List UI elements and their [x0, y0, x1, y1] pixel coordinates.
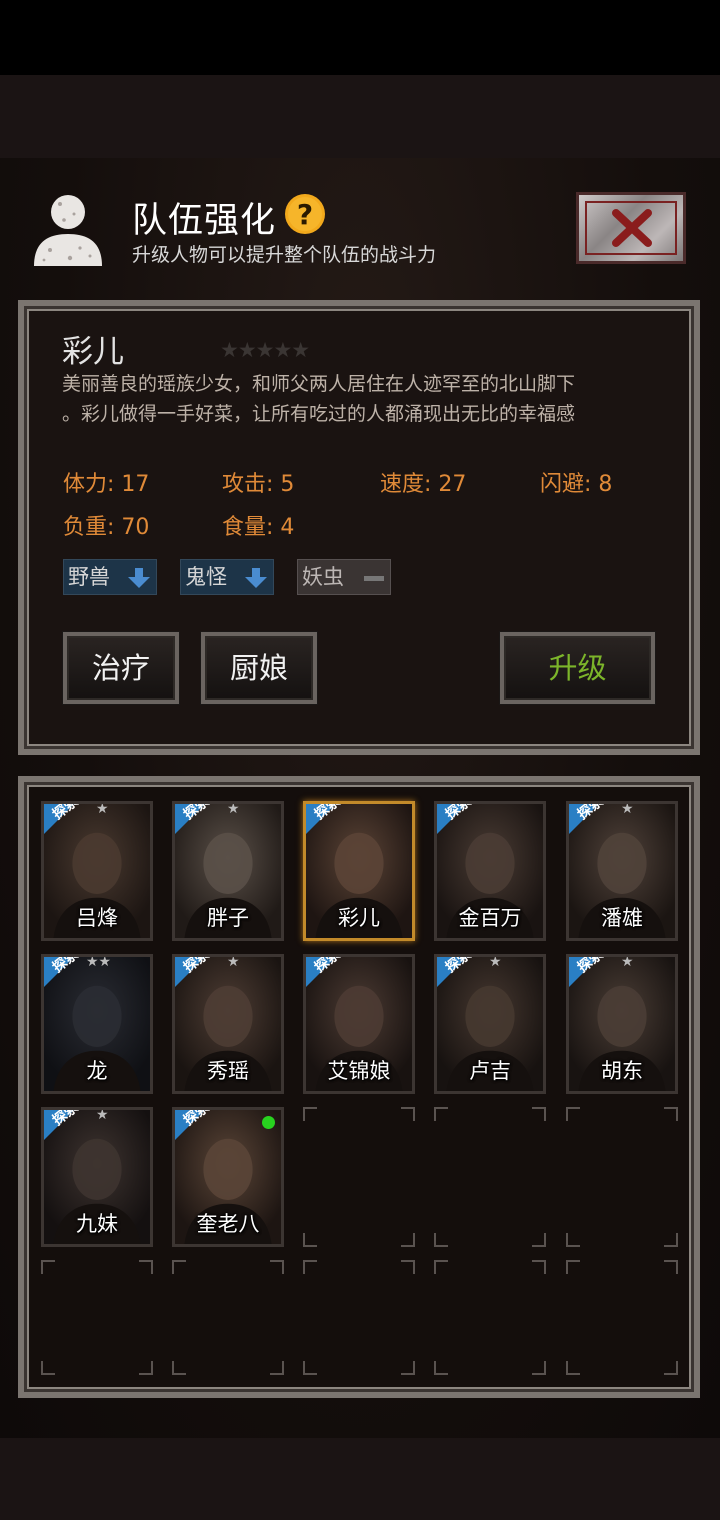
- close-button[interactable]: [576, 192, 686, 264]
- stat-dodge: 闪避: 8: [540, 472, 613, 497]
- stat-stamina: 体力: 17: [63, 472, 150, 497]
- neutral-dash-icon: [364, 576, 384, 581]
- card-name: 潘雄: [601, 906, 643, 930]
- explore-label: 探索: [574, 954, 607, 976]
- explore-label: 探索: [311, 954, 344, 976]
- explore-label: 探索: [574, 801, 607, 823]
- roster-card[interactable]: 探索 ★ 卢吉: [434, 954, 546, 1094]
- trait-label: 鬼怪: [185, 565, 227, 589]
- card-name: 九妹: [76, 1212, 118, 1236]
- arrow-down-icon: [245, 568, 267, 588]
- explore-ribbon-text-box: 探索: [175, 801, 229, 842]
- star-rating: ★★★★★: [220, 338, 310, 362]
- explore-ribbon-text-box: 探索: [44, 801, 98, 842]
- stat-food: 食量: 4: [222, 515, 295, 540]
- explore-label: 探索: [442, 801, 475, 823]
- explore-ribbon-text-box: 探索: [569, 954, 623, 995]
- explore-label: 探索: [49, 801, 82, 823]
- svg-text:?: ?: [297, 198, 313, 231]
- card-name: 吕烽: [76, 906, 118, 930]
- explore-ribbon-text-box: 探索: [44, 1107, 98, 1148]
- trait-label: 妖虫: [302, 565, 344, 589]
- card-name: 金百万: [458, 906, 522, 930]
- empty-slot: [172, 1260, 284, 1375]
- card-name: 秀瑶: [207, 1059, 249, 1083]
- character-description: 美丽善良的瑶族少女，和师父两人居住在人迹罕至的北山脚下 。彩儿做得一手好菜，让所…: [62, 369, 662, 429]
- explore-label: 探索: [180, 954, 213, 976]
- upgrade-button[interactable]: 升级: [500, 632, 655, 704]
- explore-label: 探索: [49, 954, 82, 976]
- stat-speed: 速度: 27: [380, 472, 467, 497]
- status-bar-area: [0, 0, 720, 75]
- roster-card[interactable]: 探索 ★ 胡东: [566, 954, 678, 1094]
- trait-tag-ghost: 鬼怪: [180, 559, 274, 595]
- roster-card[interactable]: 探索金百万: [434, 801, 546, 941]
- roster-card[interactable]: 探索 ★ 胖子: [172, 801, 284, 941]
- card-name: 奎老八: [196, 1212, 260, 1236]
- card-name: 艾锦娘: [327, 1059, 391, 1083]
- explore-ribbon-text-box: 探索: [306, 801, 360, 842]
- empty-slot: [303, 1260, 415, 1375]
- card-stars: ★★: [86, 954, 112, 970]
- empty-slot: [566, 1260, 678, 1375]
- card-name: 胡东: [601, 1059, 643, 1083]
- explore-label: 探索: [180, 1107, 213, 1129]
- card-name: 卢吉: [469, 1059, 511, 1083]
- empty-slot: [566, 1107, 678, 1247]
- card-stars: ★: [621, 954, 634, 970]
- card-name: 胖子: [207, 906, 249, 930]
- explore-ribbon-text-box: 探索: [569, 801, 623, 842]
- trait-tag-bug: 妖虫: [297, 559, 391, 595]
- card-stars: ★: [96, 1107, 109, 1123]
- explore-ribbon-text-box: 探索: [175, 1107, 229, 1148]
- explore-label: 探索: [49, 1107, 82, 1129]
- stat-attack: 攻击: 5: [222, 472, 295, 497]
- explore-label: 探索: [180, 801, 213, 823]
- card-stars: ★: [227, 801, 240, 817]
- stat-load: 负重: 70: [63, 515, 150, 540]
- card-stars: ★: [227, 954, 240, 970]
- page-title: 队伍强化: [132, 201, 277, 241]
- explore-ribbon-text-box: 探索: [437, 954, 491, 995]
- roster-card[interactable]: 探索 ★ 吕烽: [41, 801, 153, 941]
- explore-ribbon-text-box: 探索: [437, 801, 491, 842]
- empty-slot: [434, 1260, 546, 1375]
- heal-button[interactable]: 治疗: [63, 632, 179, 704]
- description-line: 。彩儿做得一手好菜，让所有吃过的人都涌现出无比的幸福感: [62, 403, 576, 425]
- top-band: [0, 75, 720, 158]
- bottom-band: [0, 1438, 720, 1520]
- user-silhouette-icon: [34, 195, 102, 266]
- roster-card[interactable]: 探索艾锦娘: [303, 954, 415, 1094]
- roster-card[interactable]: 探索 ★ 九妹: [41, 1107, 153, 1247]
- card-stars: ★: [489, 954, 502, 970]
- question-mark-icon[interactable]: ?: [284, 193, 326, 235]
- description-line: 美丽善良的瑶族少女，和师父两人居住在人迹罕至的北山脚下: [62, 373, 576, 395]
- explore-label: 探索: [311, 801, 344, 823]
- card-stars: ★: [96, 801, 109, 817]
- trait-tag-beast: 野兽: [63, 559, 157, 595]
- roster-card[interactable]: 探索 ★★ 龙: [41, 954, 153, 1094]
- roster-card[interactable]: 探索彩儿: [303, 801, 415, 941]
- arrow-down-icon: [128, 568, 150, 588]
- online-indicator-icon: [262, 1116, 275, 1129]
- explore-ribbon-text-box: 探索: [306, 954, 360, 995]
- explore-ribbon-text-box: 探索: [175, 954, 229, 995]
- close-x-icon: [612, 209, 652, 247]
- empty-slot: [41, 1260, 153, 1375]
- roster-card[interactable]: 探索奎老八: [172, 1107, 284, 1247]
- page-subtitle: 升级人物可以提升整个队伍的战斗力: [132, 244, 437, 266]
- cook-role-button[interactable]: 厨娘: [201, 632, 317, 704]
- roster-card[interactable]: 探索 ★ 秀瑶: [172, 954, 284, 1094]
- empty-slot: [303, 1107, 415, 1247]
- card-name: 龙: [86, 1059, 108, 1083]
- trait-label: 野兽: [68, 565, 110, 589]
- explore-label: 探索: [442, 954, 475, 976]
- card-stars: ★: [621, 801, 634, 817]
- card-name: 彩儿: [338, 906, 380, 930]
- roster-card[interactable]: 探索 ★ 潘雄: [566, 801, 678, 941]
- character-name: 彩儿: [62, 334, 124, 370]
- empty-slot: [434, 1107, 546, 1247]
